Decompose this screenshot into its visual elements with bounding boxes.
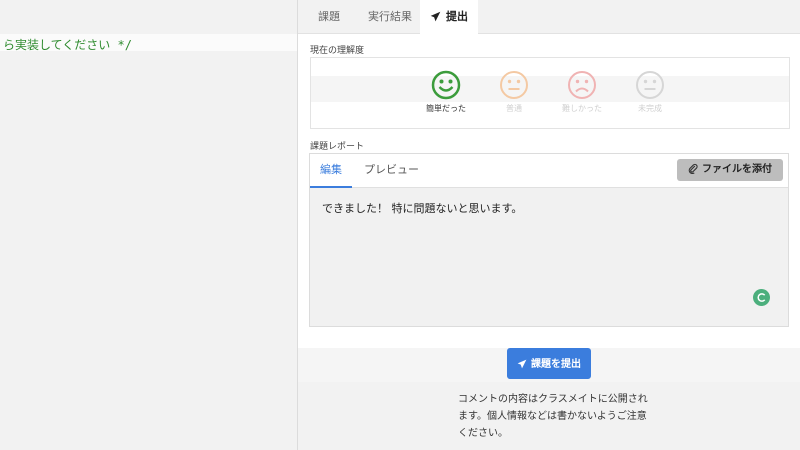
send-icon — [517, 359, 527, 369]
submission-panel: 課題 実行結果 提出 現在の理解度 簡単だった 普通 難しかった 未完成 課題レ… — [298, 0, 800, 450]
report-editor: 編集 プレビュー ファイルを添付 できました！ 特に問題ないと思います。 — [309, 153, 789, 327]
tab-results[interactable]: 実行結果 — [360, 0, 420, 33]
frown-icon — [568, 71, 596, 99]
understanding-option-label: 簡単だった — [426, 104, 466, 113]
code-comment-line: ら実装してください */ — [3, 38, 132, 52]
attach-file-label: ファイルを添付 — [702, 164, 772, 175]
grammar-check-icon[interactable] — [753, 289, 770, 306]
understanding-option-label: 普通 — [506, 104, 522, 113]
tab-submit[interactable]: 提出 — [420, 0, 478, 34]
understanding-option-normal[interactable]: 普通 — [479, 70, 549, 114]
report-tab-edit[interactable]: 編集 — [310, 154, 352, 188]
understanding-option-label: 未完成 — [638, 104, 662, 113]
paperclip-icon — [688, 163, 698, 175]
code-editor[interactable]: ら実装してください */ — [0, 0, 298, 450]
report-textarea[interactable]: できました！ 特に問題ないと思います。 — [322, 200, 522, 216]
neutral-face-icon — [636, 71, 664, 99]
report-tab-edit-label: 編集 — [320, 163, 342, 176]
submit-assignment-label: 課題を提出 — [531, 359, 581, 370]
understanding-option-hard[interactable]: 難しかった — [547, 70, 617, 114]
submit-assignment-button[interactable]: 課題を提出 — [507, 348, 591, 379]
tab-results-label: 実行結果 — [368, 10, 412, 23]
send-icon — [430, 2, 441, 35]
smile-icon — [431, 70, 461, 100]
tab-assignment-label: 課題 — [318, 10, 340, 23]
understanding-option-incomplete[interactable]: 未完成 — [615, 70, 685, 114]
tab-assignment[interactable]: 課題 — [298, 0, 360, 33]
understanding-option-label: 難しかった — [562, 104, 602, 113]
understanding-selector: 簡単だった 普通 難しかった 未完成 — [310, 57, 790, 129]
panel-tabs: 課題 実行結果 提出 — [298, 0, 800, 34]
neutral-face-icon — [500, 71, 528, 99]
attach-file-button[interactable]: ファイルを添付 — [677, 159, 783, 181]
report-tab-preview-label: プレビュー — [364, 163, 419, 176]
understanding-label: 現在の理解度 — [310, 46, 365, 56]
tab-submit-label: 提出 — [446, 10, 468, 23]
report-label: 課題レポート — [310, 142, 365, 152]
report-tab-preview[interactable]: プレビュー — [364, 154, 419, 186]
privacy-notice: コメントの内容はクラスメイトに公開されます。個人情報などは書かないようご注意くだ… — [458, 394, 648, 439]
understanding-option-easy[interactable]: 簡単だった — [411, 70, 481, 114]
report-toolbar: 編集 プレビュー ファイルを添付 — [310, 154, 788, 188]
